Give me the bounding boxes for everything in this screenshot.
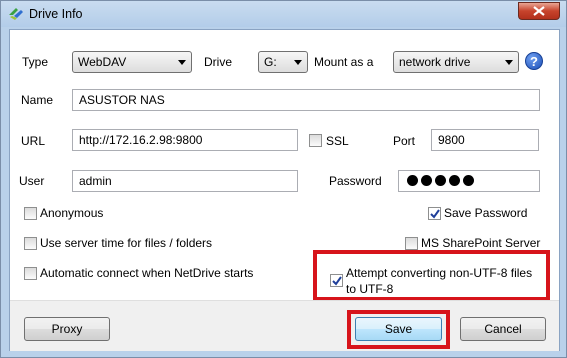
- help-icon[interactable]: ?: [525, 52, 543, 70]
- server-time-checkbox[interactable]: [24, 237, 37, 250]
- password-dot: [421, 175, 432, 186]
- auto-connect-checkbox[interactable]: [24, 267, 37, 280]
- save-password-checkbox[interactable]: [428, 207, 441, 220]
- dialog-body: Type WebDAV Drive G: Mount as a network …: [9, 29, 560, 351]
- save-password-label: Save Password: [444, 206, 528, 220]
- type-label: Type: [22, 55, 49, 69]
- url-label: URL: [21, 134, 46, 148]
- ssl-checkbox[interactable]: [309, 134, 322, 147]
- checkmark-icon: [430, 209, 440, 219]
- chevron-down-icon: [178, 60, 186, 65]
- password-dot: [435, 175, 446, 186]
- port-field[interactable]: 9800: [431, 129, 539, 151]
- sharepoint-label: MS SharePoint Server: [421, 236, 541, 250]
- ssl-label: SSL: [326, 134, 349, 148]
- password-dot: [449, 175, 460, 186]
- save-highlight-box: [347, 310, 450, 349]
- name-label: Name: [21, 93, 54, 107]
- proxy-button[interactable]: Proxy: [24, 317, 110, 341]
- chevron-down-icon: [294, 60, 302, 65]
- utf8-highlight-box: [313, 250, 550, 301]
- user-label: User: [19, 174, 45, 188]
- title-bar[interactable]: Drive Info: [1, 1, 566, 27]
- drive-info-dialog: Drive Info Type WebDAV Drive G: Mount as…: [0, 0, 567, 358]
- drive-value: G:: [264, 55, 277, 69]
- anonymous-label: Anonymous: [40, 206, 104, 220]
- url-field[interactable]: http://172.16.2.98:9800: [72, 129, 298, 151]
- type-select[interactable]: WebDAV: [72, 51, 192, 73]
- password-label: Password: [329, 174, 382, 188]
- sharepoint-checkbox[interactable]: [405, 237, 418, 250]
- cancel-button[interactable]: Cancel: [460, 317, 546, 341]
- close-button[interactable]: [518, 2, 560, 20]
- type-value: WebDAV: [78, 55, 127, 69]
- mount-label: Mount as a: [314, 55, 374, 69]
- chevron-down-icon: [505, 60, 513, 65]
- password-field[interactable]: [398, 170, 540, 192]
- auto-connect-label: Automatic connect when NetDrive starts: [40, 266, 254, 280]
- user-field[interactable]: admin: [72, 170, 298, 192]
- mount-select[interactable]: network drive: [393, 51, 519, 73]
- password-mask: [407, 175, 474, 186]
- window-title: Drive Info: [29, 7, 83, 21]
- port-label: Port: [393, 134, 416, 148]
- close-icon: [533, 6, 545, 16]
- password-dot: [463, 175, 474, 186]
- server-time-label: Use server time for files / folders: [40, 236, 213, 250]
- netdrive-logo-icon: [9, 8, 23, 20]
- drive-label: Drive: [204, 55, 233, 69]
- anonymous-checkbox[interactable]: [24, 207, 37, 220]
- drive-select[interactable]: G:: [258, 51, 308, 73]
- name-field[interactable]: ASUSTOR NAS: [72, 89, 540, 111]
- password-dot: [407, 175, 418, 186]
- mount-value: network drive: [399, 55, 471, 69]
- button-bar: Proxy Save Cancel: [10, 300, 559, 351]
